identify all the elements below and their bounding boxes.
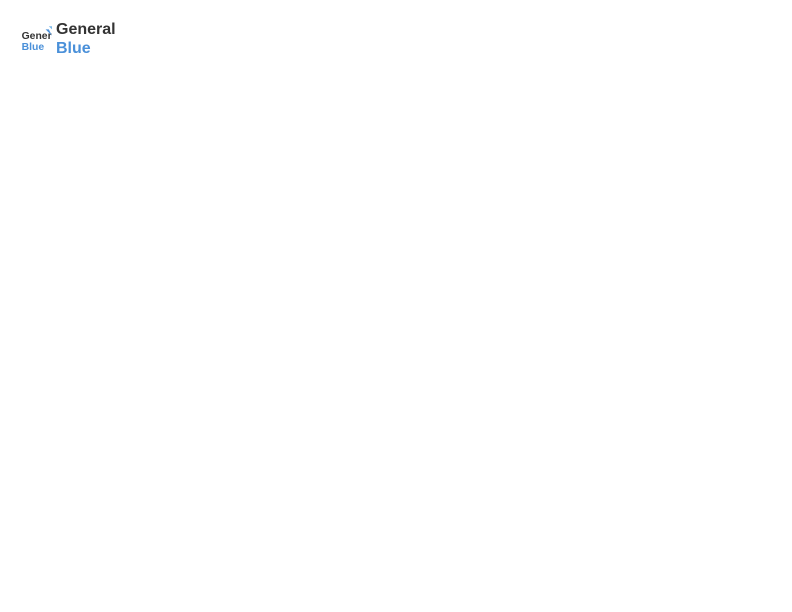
svg-text:Blue: Blue: [22, 42, 45, 53]
logo: General Blue General Blue: [20, 20, 116, 58]
logo-text-general: General: [56, 20, 116, 39]
logo-icon: General Blue: [20, 23, 52, 55]
page-header: General Blue General Blue: [20, 20, 772, 58]
logo-text-blue: Blue: [56, 39, 116, 58]
svg-text:General: General: [22, 31, 52, 42]
